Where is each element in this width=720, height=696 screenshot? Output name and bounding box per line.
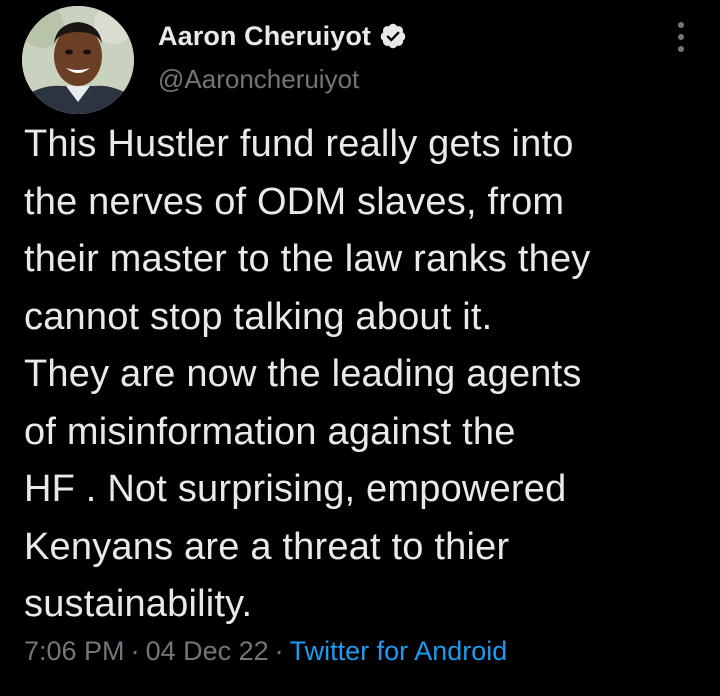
more-options-icon[interactable] — [669, 22, 693, 52]
verified-badge-icon — [380, 23, 406, 49]
tweet-container: Aaron Cheruiyot @Aaroncheruiyot This Hus… — [0, 0, 720, 696]
meta-separator: · — [274, 636, 284, 666]
author-avatar[interactable] — [22, 6, 134, 114]
author-display-name[interactable]: Aaron Cheruiyot — [158, 21, 371, 52]
tweet-meta: 7:06 PM · 04 Dec 22 · Twitter for Android — [24, 636, 507, 667]
tweet-date[interactable]: 04 Dec 22 — [146, 636, 269, 666]
tweet-text: This Hustler fund really gets into the n… — [24, 123, 591, 625]
more-dot — [678, 22, 684, 28]
meta-separator: · — [130, 636, 140, 666]
tweet-source-link[interactable]: Twitter for Android — [290, 636, 508, 666]
more-dot — [678, 34, 684, 40]
more-dot — [678, 46, 684, 52]
author-handle[interactable]: @Aaroncheruiyot — [158, 64, 359, 95]
tweet-time[interactable]: 7:06 PM — [24, 636, 125, 666]
author-name-row: Aaron Cheruiyot — [158, 18, 407, 54]
